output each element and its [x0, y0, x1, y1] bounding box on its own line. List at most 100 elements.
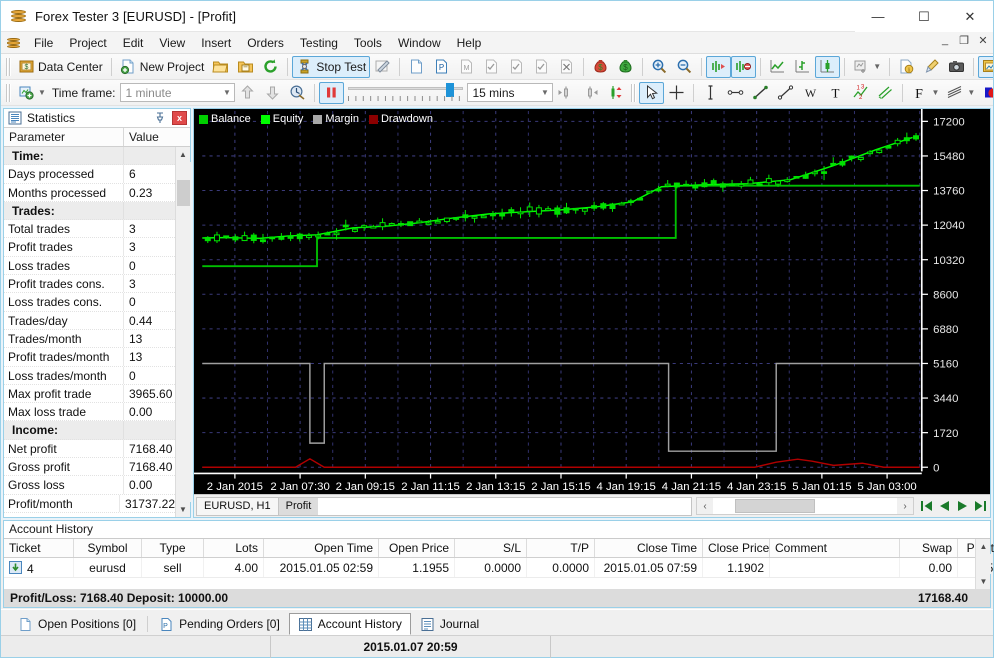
statistics-scrollbar[interactable]: ▲ ▼ [175, 147, 191, 517]
menu-item-orders[interactable]: Orders [239, 33, 292, 53]
menu-item-testing[interactable]: Testing [292, 33, 346, 53]
statistics-row[interactable]: Profit trades 3 [4, 238, 175, 257]
toolbar-grip[interactable] [6, 83, 11, 102]
minimize-button[interactable]: — [855, 1, 901, 32]
chart-info-button[interactable]: i [894, 56, 919, 78]
statistics-row[interactable]: Days processed 6 [4, 165, 175, 184]
statistics-row[interactable]: Max profit trade 3965.60 [4, 384, 175, 404]
statistics-row[interactable]: Max loss trade 0.00 [4, 403, 175, 422]
statistics-row[interactable]: Months processed 0.23 [4, 183, 175, 202]
menu-item-insert[interactable]: Insert [193, 33, 239, 53]
new-project-button[interactable]: New Project [116, 56, 209, 78]
zoom-out-button[interactable] [672, 56, 697, 78]
account-history-scrollbar[interactable]: ▲ ▼ [975, 539, 991, 589]
font-button[interactable]: F ▼ [907, 82, 943, 104]
maximize-button[interactable]: ☐ [901, 1, 947, 32]
statistics-row[interactable]: Trades/day 0.44 [4, 311, 175, 330]
menu-item-window[interactable]: Window [390, 33, 449, 53]
column-header-swap[interactable]: Swap [900, 539, 958, 557]
mdi-restore-button[interactable]: ❐ [958, 34, 970, 47]
channel-tool-button[interactable] [873, 82, 898, 104]
add-indicator-button[interactable]: ▼ [849, 56, 885, 78]
statistics-row[interactable]: Loss trades cons. 0 [4, 293, 175, 312]
statistics-row[interactable]: Total trades 3 [4, 220, 175, 239]
statistics-row[interactable]: Profit/month 31737.22 [4, 494, 175, 513]
scroll-track[interactable] [175, 162, 191, 502]
checklist-2-button[interactable] [504, 56, 529, 78]
timeframe-up-button[interactable] [235, 82, 260, 104]
app-menu-icon[interactable] [6, 35, 22, 51]
mdi-close-button[interactable]: ✕ [977, 34, 989, 47]
color-button[interactable]: ▼ [979, 82, 993, 104]
statistics-row[interactable]: Profit trades cons. 3 [4, 275, 175, 294]
column-header-close-time[interactable]: Close Time [595, 539, 703, 557]
column-header-comment[interactable]: Comment [770, 539, 900, 557]
auto-scroll-button[interactable] [731, 55, 757, 78]
scroll-right-arrow[interactable]: › [897, 498, 913, 514]
column-header-open-time[interactable]: Open Time [264, 539, 379, 557]
statistics-row[interactable]: Loss trades 0 [4, 256, 175, 276]
statistics-group-row[interactable]: Income: [4, 421, 175, 440]
scroll-chart-end-button[interactable] [706, 55, 732, 78]
profit-chart[interactable]: 17200 15480 13760 12040 10320 8600 6880 5160 344… [194, 109, 990, 494]
column-header-type[interactable]: Type [142, 539, 204, 557]
speed-slider[interactable] [348, 82, 464, 103]
checklist-1-button[interactable] [479, 56, 504, 78]
chart-horizontal-scrollbar[interactable]: ‹ › [696, 497, 914, 515]
next-button[interactable] [954, 498, 970, 515]
timeframe-settings-button[interactable] [285, 82, 310, 104]
horizontal-line-tool-button[interactable] [723, 82, 748, 104]
text-tool-button[interactable]: T [823, 82, 848, 104]
scroll-up-arrow[interactable]: ▲ [976, 539, 991, 554]
stop-test-button[interactable]: Stop Test [292, 55, 371, 78]
chart-templates-button[interactable] [978, 55, 993, 78]
step-tick-button[interactable] [603, 82, 628, 104]
scroll-down-arrow[interactable]: ▼ [176, 502, 191, 517]
table-row[interactable]: 4 eurusd sell 4.00 2015.01.05 02:59 1.1955 0.0… [4, 558, 994, 578]
column-header-symbol[interactable]: Symbol [74, 539, 142, 557]
scroll-up-arrow[interactable]: ▲ [176, 147, 191, 162]
slider-thumb[interactable] [446, 82, 455, 97]
bar-chart-button[interactable] [790, 56, 815, 78]
open-project-button[interactable] [208, 56, 233, 78]
statistics-row[interactable]: Trades/month 13 [4, 329, 175, 349]
ray-tool-button[interactable] [773, 82, 798, 104]
data-center-button[interactable]: $ Data Center [14, 56, 107, 78]
scroll-thumb[interactable] [176, 180, 190, 206]
cursor-tool-button[interactable] [639, 81, 665, 104]
menu-item-project[interactable]: Project [61, 33, 114, 53]
statistics-group-row[interactable]: Time: [4, 147, 175, 166]
previous-button[interactable] [936, 498, 952, 515]
tab-pending-orders[interactable]: P Pending Orders [0] [150, 613, 289, 635]
new-chart-button[interactable] [404, 56, 429, 78]
scroll-down-arrow[interactable]: ▼ [976, 574, 991, 589]
step-back-bar-button[interactable] [553, 82, 578, 104]
line-chart-button[interactable] [765, 56, 790, 78]
close-document-button[interactable] [554, 56, 579, 78]
screenshot-button[interactable] [944, 56, 969, 78]
statistics-row[interactable]: Loss trades/month 0 [4, 366, 175, 385]
buy-order-button[interactable]: $ [588, 56, 613, 78]
scroll-thumb[interactable] [735, 499, 815, 513]
edit-strategy-button[interactable] [370, 56, 395, 78]
column-header-ticket[interactable]: Ticket [4, 539, 74, 557]
line-style-button[interactable]: ▼ [943, 82, 979, 104]
statistics-row[interactable]: Gross profit 7168.40 [4, 458, 175, 477]
step-forward-bar-button[interactable] [578, 82, 603, 104]
margin-chart-button[interactable]: M [454, 56, 479, 78]
timeframe-down-button[interactable] [260, 82, 285, 104]
scroll-left-arrow[interactable]: ‹ [697, 498, 713, 514]
reload-button[interactable] [258, 56, 283, 78]
toolbar-grip[interactable] [631, 83, 637, 102]
chart-canvas[interactable]: 1720015480137601204010320860068805160344… [194, 109, 990, 494]
statistics-row[interactable]: Gross loss 0.00 [4, 476, 175, 495]
save-project-button[interactable] [233, 56, 258, 78]
menu-item-tools[interactable]: Tools [346, 33, 390, 53]
tab-open-positions[interactable]: Open Positions [0] [9, 613, 145, 635]
vertical-line-tool-button[interactable] [698, 82, 723, 104]
go-to-end-button[interactable] [972, 498, 988, 515]
mdi-minimize-button[interactable]: _ [939, 34, 951, 47]
profit-chart-button[interactable]: P [429, 56, 454, 78]
checklist-3-button[interactable] [529, 56, 554, 78]
menu-item-edit[interactable]: Edit [115, 33, 152, 53]
